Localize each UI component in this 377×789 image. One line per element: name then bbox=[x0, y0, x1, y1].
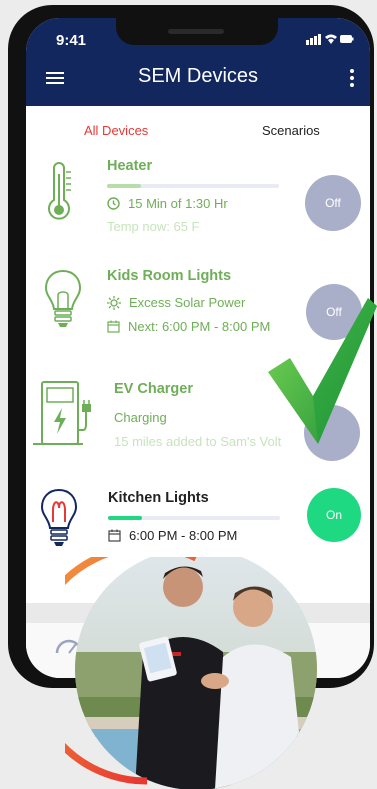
page-title: SEM Devices bbox=[137, 65, 259, 87]
device-name: Heater bbox=[107, 158, 153, 174]
calendar-icon bbox=[107, 320, 120, 333]
checkmark-icon bbox=[268, 298, 377, 444]
thermometer-icon bbox=[48, 162, 71, 220]
device-name: Kitchen Lights bbox=[108, 490, 209, 506]
calendar-icon bbox=[108, 529, 121, 542]
status-icons bbox=[306, 34, 354, 45]
installer-photo bbox=[65, 557, 317, 789]
status-time: 9:41 bbox=[56, 32, 87, 49]
progress-bar bbox=[108, 516, 280, 520]
progress-bar bbox=[107, 184, 279, 188]
app-header: 9:41 SEM Devices bbox=[26, 18, 370, 106]
phone-notch bbox=[116, 18, 278, 45]
device-detail-text: 15 miles added to Sam's Volt bbox=[114, 434, 282, 449]
device-schedule: 6:00 PM - 8:00 PM bbox=[108, 528, 237, 543]
timer-icon bbox=[107, 197, 120, 210]
device-status-text: 15 Min of 1:30 Hr bbox=[128, 196, 228, 211]
device-temp-text: Temp now: 65 F bbox=[107, 219, 200, 234]
tab-bar: All Devices Scenarios bbox=[26, 110, 370, 150]
device-status-text: Charging bbox=[114, 410, 167, 425]
device-card-heater[interactable]: Heater 15 Min of 1:30 Hr Temp now: 65 F … bbox=[26, 158, 370, 243]
kebab-menu-icon[interactable] bbox=[348, 68, 356, 88]
device-status-text: Excess Solar Power bbox=[129, 295, 246, 310]
tab-all-devices[interactable]: All Devices bbox=[84, 123, 148, 138]
tab-scenarios[interactable]: Scenarios bbox=[262, 123, 320, 138]
device-toggle[interactable]: Off bbox=[305, 175, 361, 231]
lightbulb-icon bbox=[44, 269, 82, 327]
device-schedule-text: 6:00 PM - 8:00 PM bbox=[129, 528, 238, 543]
device-toggle[interactable]: On bbox=[307, 488, 361, 542]
ev-charger-icon bbox=[33, 381, 91, 445]
device-status: 15 Min of 1:30 Hr bbox=[107, 196, 228, 211]
sun-icon bbox=[107, 295, 121, 310]
lightbulb-on-icon bbox=[40, 488, 78, 546]
device-schedule: Next: 6:00 PM - 8:00 PM bbox=[107, 319, 270, 334]
device-status: Excess Solar Power bbox=[107, 295, 245, 310]
device-name: EV Charger bbox=[114, 381, 193, 397]
device-schedule-text: Next: 6:00 PM - 8:00 PM bbox=[128, 319, 271, 334]
device-name: Kids Room Lights bbox=[107, 268, 232, 284]
